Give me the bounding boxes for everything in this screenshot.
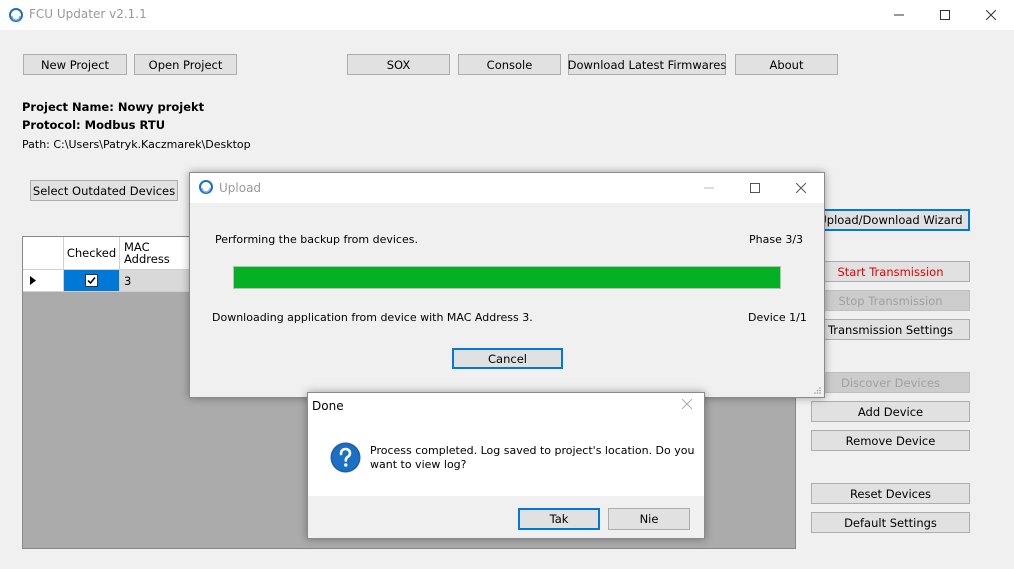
app-logo-icon <box>9 8 23 22</box>
upload-status-text: Performing the backup from devices. <box>215 233 418 246</box>
done-dialog-footer: Tak Nie <box>308 496 704 538</box>
maximize-icon <box>940 10 950 20</box>
upload-close-button[interactable] <box>778 173 824 203</box>
maximize-button[interactable] <box>922 0 968 30</box>
stop-transmission-button[interactable]: Stop Transmission <box>811 290 970 311</box>
minimize-icon <box>894 14 904 16</box>
phase-label: Phase 3/3 <box>749 233 804 246</box>
transmission-settings-button[interactable]: Transmission Settings <box>811 319 970 340</box>
upload-progress-fill <box>234 267 780 288</box>
console-button[interactable]: Console <box>458 54 561 75</box>
project-name-label: Project Name: Nowy projekt <box>22 100 205 114</box>
add-device-button[interactable]: Add Device <box>811 401 970 422</box>
start-transmission-button[interactable]: Start Transmission <box>811 261 970 282</box>
done-message: Process completed. Log saved to project'… <box>370 444 694 472</box>
question-icon <box>330 442 361 473</box>
download-firmwares-button[interactable]: Download Latest Firmwares <box>568 54 726 75</box>
resize-grip-icon[interactable] <box>813 386 822 395</box>
yes-button[interactable]: Tak <box>518 508 600 530</box>
new-project-button[interactable]: New Project <box>23 54 127 75</box>
about-button[interactable]: About <box>735 54 838 75</box>
close-icon <box>681 398 693 410</box>
minimize-button[interactable] <box>876 0 922 30</box>
path-label: Path: C:\Users\Patryk.Kaczmarek\Desktop <box>22 138 251 151</box>
main-title-bar: FCU Updater v2.1.1 <box>0 0 1014 30</box>
row-selector[interactable] <box>23 270 64 292</box>
column-header-checked[interactable]: Checked <box>64 237 120 270</box>
upload-download-wizard-button[interactable]: Upload/Download Wizard <box>811 209 970 231</box>
upload-dialog: Upload Performing the backup from device… <box>189 172 825 398</box>
close-icon <box>796 183 806 193</box>
sox-button[interactable]: SOX <box>347 54 450 75</box>
table-row[interactable]: 3 <box>23 270 191 292</box>
checkbox-checked-icon[interactable] <box>85 274 98 287</box>
done-message-line-1: Process completed. Log saved to project'… <box>370 444 695 457</box>
mac-address-cell: 3 <box>120 270 191 292</box>
close-icon <box>986 10 996 20</box>
discover-devices-button[interactable]: Discover Devices <box>811 372 970 393</box>
column-header-mac-address[interactable]: MAC Address <box>120 237 191 270</box>
reset-devices-button[interactable]: Reset Devices <box>811 483 970 504</box>
upload-minimize-button[interactable] <box>686 173 732 203</box>
done-message-line-2: want to view log? <box>370 458 467 471</box>
protocol-label: Protocol: Modbus RTU <box>22 118 166 132</box>
upload-progress-bar <box>233 266 781 289</box>
open-project-button[interactable]: Open Project <box>134 54 237 75</box>
app-logo-icon <box>199 180 213 194</box>
maximize-icon <box>750 183 760 193</box>
upload-dialog-title-bar: Upload <box>190 173 824 203</box>
grid-row-header-corner <box>23 237 64 270</box>
no-button[interactable]: Nie <box>608 508 690 530</box>
close-button[interactable] <box>968 0 1014 30</box>
done-dialog-title: Done <box>312 399 344 413</box>
done-close-button[interactable] <box>681 398 693 412</box>
select-outdated-devices-button[interactable]: Select Outdated Devices <box>30 180 178 201</box>
checked-cell[interactable] <box>64 270 120 292</box>
upload-detail-text: Downloading application from device with… <box>212 311 533 324</box>
done-dialog: Done Process completed. Log saved to pro… <box>307 392 705 539</box>
remove-device-button[interactable]: Remove Device <box>811 430 970 451</box>
minimize-icon <box>704 187 714 189</box>
upload-maximize-button[interactable] <box>732 173 778 203</box>
default-settings-button[interactable]: Default Settings <box>811 512 970 533</box>
window-title: FCU Updater v2.1.1 <box>29 7 147 21</box>
row-pointer-icon <box>30 276 36 285</box>
device-count-label: Device 1/1 <box>748 311 807 324</box>
cancel-button[interactable]: Cancel <box>452 348 563 369</box>
upload-dialog-title: Upload <box>219 181 262 195</box>
grid-header: Checked MAC Address <box>23 237 191 270</box>
